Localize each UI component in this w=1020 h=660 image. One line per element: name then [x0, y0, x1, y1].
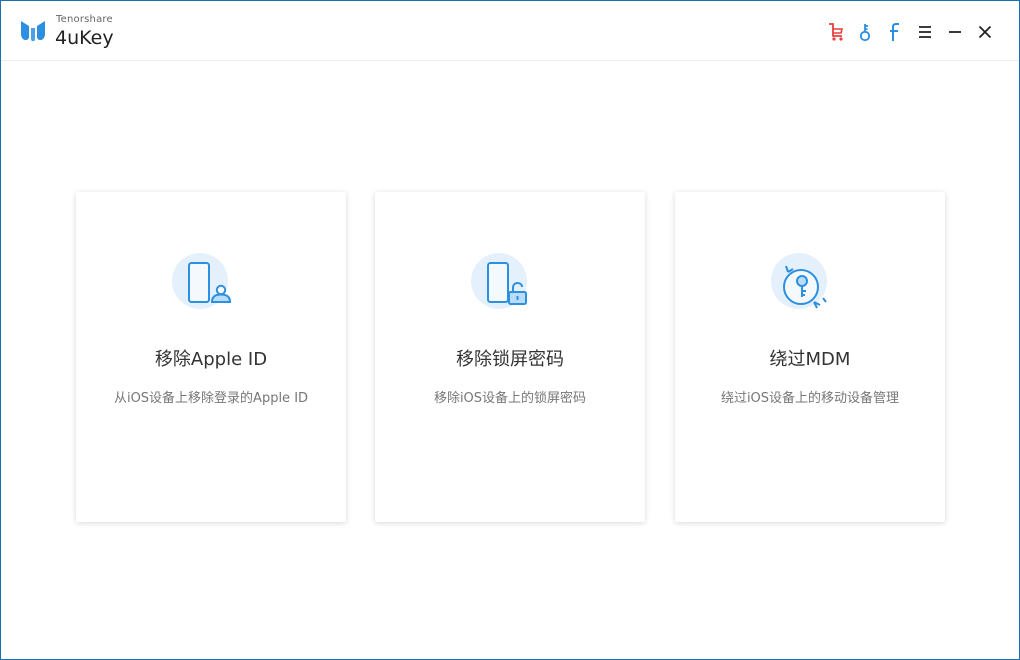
card-title: 移除Apple ID: [154, 349, 268, 370]
menu-icon: [919, 26, 931, 38]
card-remove-apple-id[interactable]: 移除Apple ID 从iOS设备上移除登录的Apple ID: [76, 192, 346, 522]
app-window: Tenorshare 4uKey 移除Apple ID 从iOS设备上移除登录的…: [0, 0, 1020, 660]
tenorshare-logo-icon: [21, 21, 45, 42]
key-cycle-icon: [771, 253, 827, 309]
brand-company: Tenorshare: [56, 14, 113, 25]
facebook-button[interactable]: [884, 21, 906, 43]
brand-product: 4uKey: [55, 27, 114, 49]
card-remove-screen-lock[interactable]: 移除锁屏密码 移除iOS设备上的锁屏密码: [375, 192, 645, 522]
card-description: 移除iOS设备上的锁屏密码: [433, 391, 587, 406]
card-description: 绕过iOS设备上的移动设备管理: [720, 391, 900, 406]
cart-icon: [829, 23, 844, 41]
minimize-icon: [949, 31, 961, 33]
phone-user-icon: [172, 253, 232, 309]
minimize-button[interactable]: [944, 21, 966, 43]
main-content: 移除Apple ID 从iOS设备上移除登录的Apple ID 移除锁屏密码 移…: [1, 62, 1019, 659]
card-description: 从iOS设备上移除登录的Apple ID: [113, 391, 309, 406]
close-button[interactable]: [974, 21, 996, 43]
register-key-button[interactable]: [854, 21, 876, 43]
close-icon: [978, 25, 992, 39]
card-title: 绕过MDM: [769, 349, 851, 370]
card-title: 移除锁屏密码: [456, 349, 564, 370]
menu-button[interactable]: [914, 21, 936, 43]
facebook-icon: [890, 23, 899, 41]
cart-button[interactable]: [825, 21, 847, 43]
phone-lock-icon: [471, 253, 527, 309]
key-icon: [859, 24, 871, 42]
card-bypass-mdm[interactable]: 绕过MDM 绕过iOS设备上的移动设备管理: [675, 192, 945, 522]
title-bar: Tenorshare 4uKey: [1, 1, 1019, 61]
